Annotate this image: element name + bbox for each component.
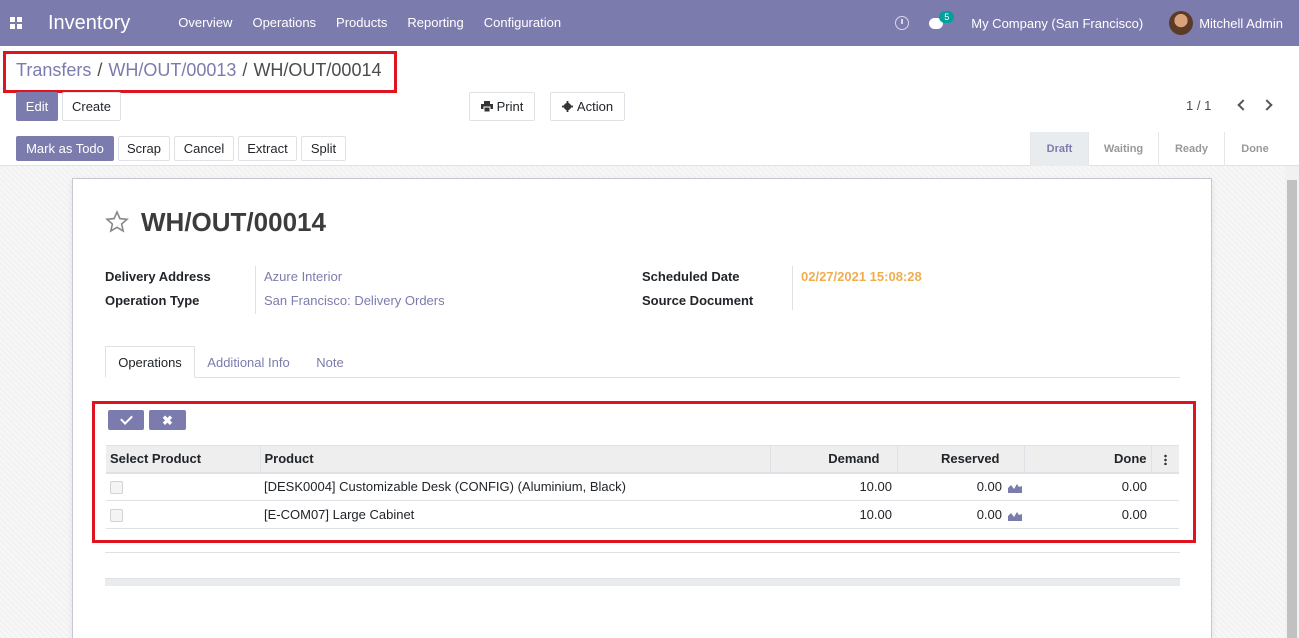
gear-icon bbox=[561, 101, 573, 112]
print-label: Print bbox=[496, 99, 524, 114]
select-checkbox[interactable] bbox=[110, 481, 123, 495]
operation-type-link[interactable]: San Francisco: Delivery Orders bbox=[264, 293, 445, 308]
menu-reporting[interactable]: Reporting bbox=[397, 0, 473, 46]
stage-ready: Ready bbox=[1158, 132, 1224, 166]
select-all-button[interactable] bbox=[108, 410, 144, 430]
breadcrumb: Transfers / WH/OUT/00013 / WH/OUT/00014 bbox=[16, 60, 381, 81]
column-reserved[interactable]: Reserved bbox=[896, 445, 1024, 474]
cancel-button[interactable]: Cancel bbox=[174, 136, 234, 161]
tab-additional-info[interactable]: Additional Info bbox=[197, 346, 300, 378]
table-header-row: Select Product Product Demand Reserved D… bbox=[106, 445, 1179, 474]
select-checkbox[interactable] bbox=[110, 509, 123, 523]
create-button[interactable]: Create bbox=[62, 92, 121, 121]
divider bbox=[105, 552, 1180, 553]
print-icon bbox=[480, 101, 493, 112]
done-cell: 0.00 bbox=[1024, 500, 1151, 529]
print-button[interactable]: Print bbox=[469, 92, 535, 121]
scheduled-date-label: Scheduled Date bbox=[642, 269, 740, 284]
record-title: WH/OUT/00014 bbox=[141, 207, 326, 237]
column-done[interactable]: Done bbox=[1023, 445, 1151, 474]
menu-products[interactable]: Products bbox=[326, 0, 397, 46]
table-row[interactable]: [DESK0004] Customizable Desk (CONFIG) (A… bbox=[106, 472, 1179, 501]
user-menu[interactable]: Mitchell Admin bbox=[1199, 16, 1283, 31]
main-menu: Overview Operations Products Reporting C… bbox=[168, 0, 571, 46]
kebab-menu-icon[interactable] bbox=[1163, 454, 1167, 466]
reserved-cell: 0.00 bbox=[897, 472, 1024, 501]
activity-clock-icon[interactable] bbox=[895, 16, 910, 30]
pager-next-icon[interactable] bbox=[1263, 99, 1273, 111]
operations-table: Select Product Product Demand Reserved D… bbox=[106, 445, 1179, 529]
scheduled-date-value: 02/27/2021 15:08:28 bbox=[801, 269, 922, 284]
vertical-scrollbar[interactable] bbox=[1285, 166, 1299, 638]
column-demand[interactable]: Demand bbox=[769, 445, 897, 474]
pager-previous-icon[interactable] bbox=[1236, 99, 1246, 111]
scrap-button[interactable]: Scrap bbox=[118, 136, 170, 161]
deselect-all-button[interactable]: ✖ bbox=[149, 410, 186, 430]
reserved-value: 0.00 bbox=[976, 507, 1002, 522]
column-options[interactable] bbox=[1150, 445, 1179, 474]
edit-button[interactable]: Edit bbox=[16, 92, 58, 121]
forecast-chart-icon[interactable] bbox=[1008, 511, 1022, 521]
breadcrumb-current-record: WH/OUT/00014 bbox=[253, 60, 382, 80]
top-navbar: Inventory Overview Operations Products R… bbox=[0, 0, 1299, 46]
action-button[interactable]: Action bbox=[550, 92, 625, 121]
forecast-chart-icon[interactable] bbox=[1008, 483, 1022, 493]
close-icon: ✖ bbox=[162, 412, 173, 428]
table-row[interactable]: [E-COM07] Large Cabinet 10.00 0.00 0.00 bbox=[106, 500, 1179, 529]
delivery-address-link[interactable]: Azure Interior bbox=[264, 269, 342, 284]
breadcrumb-separator: / bbox=[242, 60, 248, 80]
product-cell: [E-COM07] Large Cabinet bbox=[260, 500, 770, 529]
options-cell bbox=[1151, 472, 1179, 501]
apps-menu-icon[interactable] bbox=[0, 0, 32, 46]
demand-cell: 10.00 bbox=[770, 472, 897, 501]
mark-as-todo-button[interactable]: Mark as Todo bbox=[16, 136, 114, 161]
action-label: Action bbox=[576, 99, 614, 114]
breadcrumb-separator: / bbox=[97, 60, 103, 80]
breadcrumb-transfers[interactable]: Transfers bbox=[16, 60, 91, 81]
field-divider bbox=[255, 266, 256, 314]
scrollbar-thumb[interactable] bbox=[1287, 180, 1297, 638]
field-divider bbox=[792, 266, 793, 310]
operation-type-label: Operation Type bbox=[105, 293, 200, 308]
user-avatar[interactable] bbox=[1169, 11, 1194, 35]
stage-draft: Draft bbox=[1030, 132, 1088, 166]
split-button[interactable]: Split bbox=[301, 136, 346, 161]
check-icon bbox=[121, 418, 132, 422]
delivery-address-label: Delivery Address bbox=[105, 269, 211, 284]
menu-configuration[interactable]: Configuration bbox=[474, 0, 571, 46]
navbar-systray: 5 My Company (San Francisco) Mitchell Ad… bbox=[895, 0, 1299, 46]
done-cell: 0.00 bbox=[1024, 472, 1151, 501]
menu-operations[interactable]: Operations bbox=[242, 0, 326, 46]
reserved-value: 0.00 bbox=[976, 479, 1002, 495]
options-cell bbox=[1151, 500, 1179, 529]
extract-button[interactable]: Extract bbox=[238, 136, 297, 161]
chat-count-badge: 5 bbox=[939, 10, 955, 23]
company-switcher[interactable]: My Company (San Francisco) bbox=[971, 16, 1143, 31]
footer-bar bbox=[105, 578, 1180, 586]
pager-value[interactable]: 1 / 1 bbox=[1186, 98, 1211, 113]
stage-done: Done bbox=[1224, 132, 1285, 166]
reserved-cell: 0.00 bbox=[897, 500, 1024, 529]
favorite-star-icon[interactable] bbox=[105, 210, 129, 234]
product-cell: [DESK0004] Customizable Desk (CONFIG) (A… bbox=[260, 472, 770, 501]
tab-note[interactable]: Note bbox=[305, 346, 355, 378]
demand-cell: 10.00 bbox=[770, 500, 897, 529]
breadcrumb-previous-record[interactable]: WH/OUT/00013 bbox=[108, 60, 236, 81]
messaging-menu[interactable]: 5 bbox=[929, 10, 955, 29]
column-select-product[interactable]: Select Product bbox=[106, 445, 260, 474]
select-product-cell bbox=[106, 472, 260, 501]
stage-waiting: Waiting bbox=[1088, 132, 1158, 166]
stage-pipeline: Draft Waiting Ready Done bbox=[1030, 132, 1285, 166]
app-name[interactable]: Inventory bbox=[48, 12, 130, 35]
source-document-label: Source Document bbox=[642, 293, 754, 308]
tab-operations[interactable]: Operations bbox=[105, 346, 195, 378]
menu-overview[interactable]: Overview bbox=[168, 0, 242, 46]
select-product-cell bbox=[106, 500, 260, 529]
column-product[interactable]: Product bbox=[259, 445, 770, 474]
